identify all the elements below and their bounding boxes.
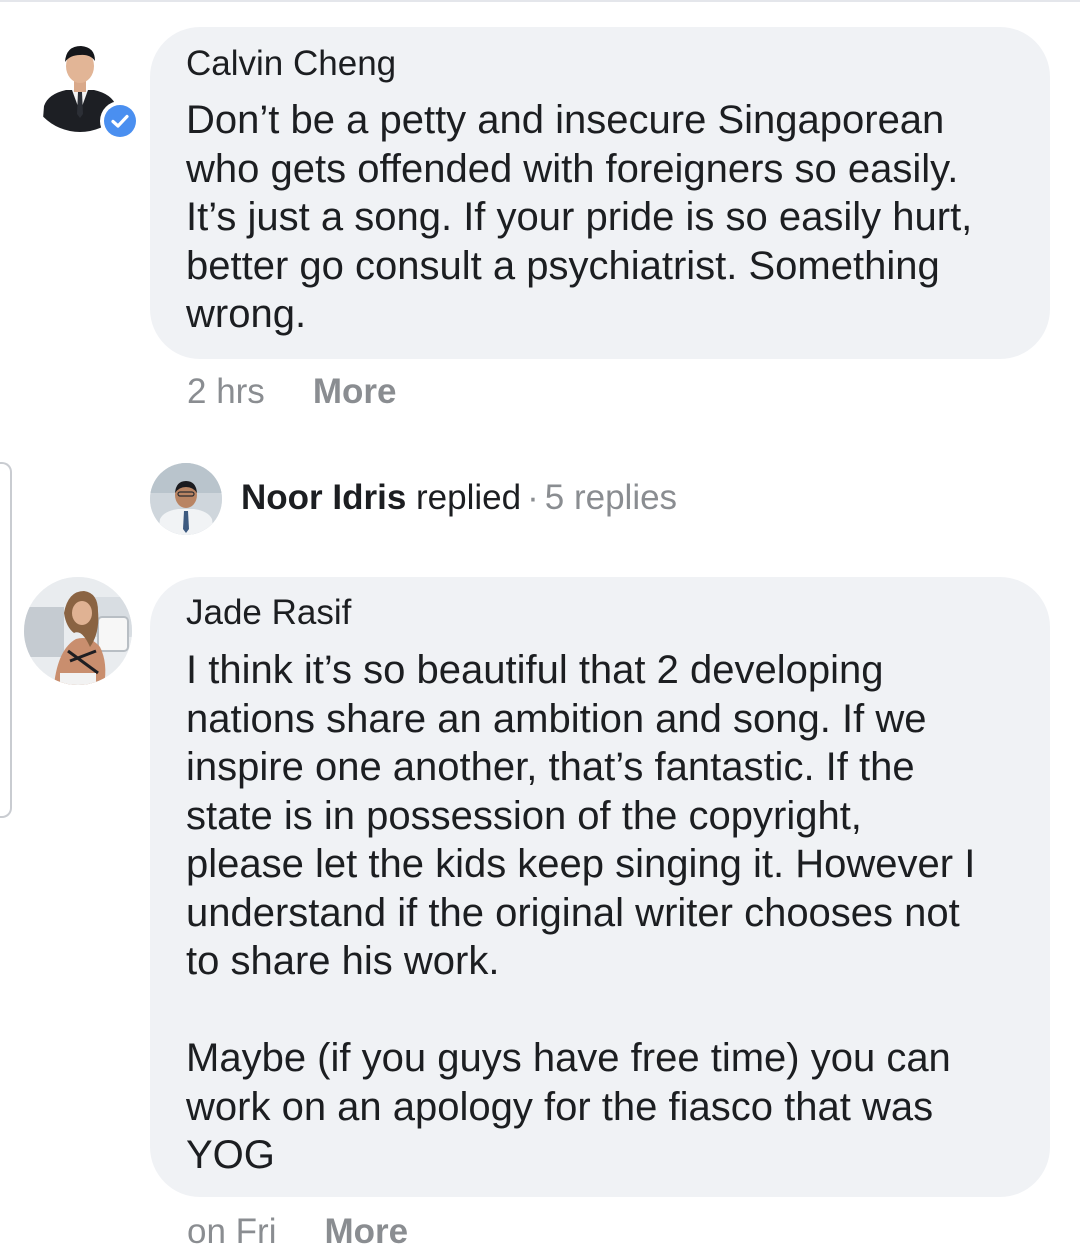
comment-author[interactable]: Jade Rasif [186,593,351,633]
reply-separator: · [527,478,539,517]
comment-timestamp[interactable]: 2 hrs [187,372,265,412]
thread-connector [0,462,12,818]
reply-count[interactable]: 5 replies [545,478,677,517]
top-divider [0,0,1080,2]
more-button[interactable]: More [324,1212,408,1252]
more-button[interactable]: More [313,372,397,412]
verified-check-icon [104,105,136,137]
comment-timestamp[interactable]: on Fri [187,1212,276,1252]
reply-summary[interactable]: Noor Idris replied · 5 replies [241,478,677,518]
comment-bubble[interactable]: Jade Rasif I think it’s so beautiful tha… [150,577,1050,1197]
comment-text: Don’t be a petty and insecure Singaporea… [186,98,973,336]
avatar-jade-rasif[interactable] [24,577,132,685]
verified-badge [100,101,140,141]
reply-action: replied [416,478,522,517]
comment-bubble[interactable]: Calvin Cheng Don’t be a petty and insecu… [150,27,1050,359]
comment-meta: on Fri More [187,1212,408,1252]
replier-name[interactable]: Noor Idris [241,478,406,517]
comment-meta: 2 hrs More [187,372,396,412]
comments-page: Calvin Cheng Don’t be a petty and insecu… [0,0,1080,1258]
comment-text: I think it’s so beautiful that 2 develop… [186,648,976,1177]
avatar-noor-idris[interactable] [150,463,222,535]
comment-author[interactable]: Calvin Cheng [186,44,396,84]
